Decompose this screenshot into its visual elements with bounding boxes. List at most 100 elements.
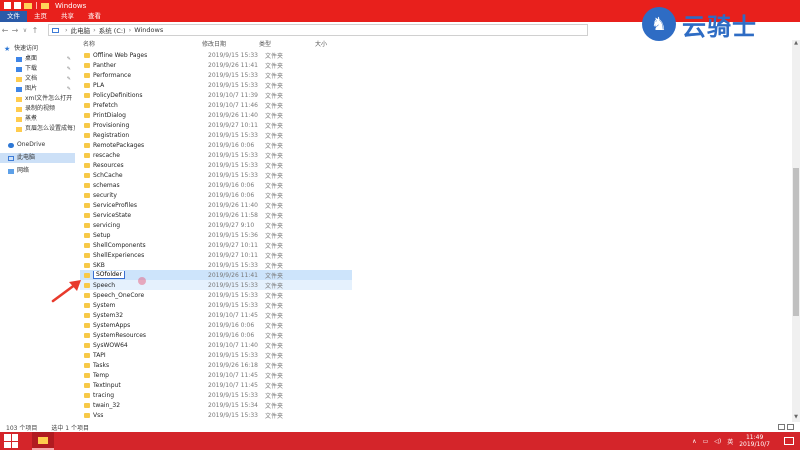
- sidebar-item-this-pc[interactable]: 此电脑: [0, 153, 75, 163]
- windows-start-icon[interactable]: [4, 434, 18, 448]
- sidebar-item-pictures[interactable]: 图片 ✎: [0, 84, 75, 94]
- taskbar-file-explorer[interactable]: [32, 432, 54, 450]
- back-arrow-icon[interactable]: ←: [0, 26, 10, 35]
- table-row[interactable]: TextInput 2019/10/7 11:45 文件夹: [80, 380, 352, 390]
- table-row[interactable]: Setup 2019/9/15 15:36 文件夹: [80, 230, 352, 240]
- address-input[interactable]: › 此电脑 › 系统 (C:) › Windows: [48, 24, 588, 36]
- file-type: 文件夹: [265, 212, 284, 220]
- breadcrumb-this-pc[interactable]: 此电脑: [71, 25, 91, 35]
- table-row[interactable]: security 2019/9/16 0:06 文件夹: [80, 190, 352, 200]
- sidebar-item-folder[interactable]: 蒸煮: [0, 114, 75, 124]
- pin-icon[interactable]: ✎: [67, 84, 71, 94]
- table-row[interactable]: SchCache 2019/9/15 15:33 文件夹: [80, 170, 352, 180]
- network-icon: [8, 168, 14, 174]
- table-row[interactable]: System 2019/9/15 15:33 文件夹: [80, 300, 352, 310]
- table-row[interactable]: Speech 2019/9/15 15:33 文件夹: [80, 280, 352, 290]
- input-method[interactable]: 英: [727, 437, 733, 446]
- volume-icon[interactable]: ◁): [714, 438, 721, 445]
- sidebar-item-folder[interactable]: 页眉怎么设置成每页: [0, 124, 75, 134]
- table-row[interactable]: SystemApps 2019/9/16 0:06 文件夹: [80, 320, 352, 330]
- breadcrumb-windows[interactable]: Windows: [134, 26, 163, 34]
- taskbar: ∧ ▭ ◁) 英 11:49 2019/10/7: [0, 432, 800, 450]
- table-row[interactable]: rescache 2019/9/15 15:33 文件夹: [80, 150, 352, 160]
- rename-input[interactable]: SOfolder: [93, 271, 125, 279]
- tab-share[interactable]: 共享: [54, 11, 81, 22]
- table-row[interactable]: ShellExperiences 2019/9/27 10:11 文件夹: [80, 250, 352, 260]
- table-row[interactable]: twain_32 2019/9/15 15:34 文件夹: [80, 400, 352, 410]
- file-icon[interactable]: [4, 2, 11, 9]
- modified-date: 2019/10/7 11:46: [208, 101, 258, 109]
- table-row[interactable]: Tasks 2019/9/26 16:18 文件夹: [80, 360, 352, 370]
- sidebar-item-folder[interactable]: 录制的视频: [0, 104, 75, 114]
- sidebar-item-documents[interactable]: 文档 ✎: [0, 74, 75, 84]
- sidebar-item-label: 蒸煮: [25, 115, 38, 122]
- item-count: 103 个项目: [6, 424, 38, 432]
- table-row[interactable]: SysWOW64 2019/10/7 11:40 文件夹: [80, 340, 352, 350]
- table-row[interactable]: Offline Web Pages 2019/9/15 15:33 文件夹: [80, 50, 352, 60]
- up-arrow-icon[interactable]: ↑: [30, 26, 40, 35]
- sidebar-item-folder[interactable]: xml文件怎么打开: [0, 94, 75, 104]
- forward-arrow-icon[interactable]: →: [10, 26, 20, 35]
- table-row[interactable]: Speech_OneCore 2019/9/15 15:33 文件夹: [80, 290, 352, 300]
- documents-icon: [16, 76, 22, 82]
- column-header-date[interactable]: 修改日期: [202, 40, 259, 50]
- vertical-scrollbar[interactable]: ▲ ▼: [792, 40, 800, 422]
- table-row[interactable]: Prefetch 2019/10/7 11:46 文件夹: [80, 100, 352, 110]
- document-icon[interactable]: [14, 2, 21, 9]
- pin-icon[interactable]: ✎: [67, 74, 71, 84]
- tab-home[interactable]: 主页: [27, 11, 54, 22]
- table-row[interactable]: Registration 2019/9/15 15:33 文件夹: [80, 130, 352, 140]
- table-row[interactable]: TAPI 2019/9/15 15:33 文件夹: [80, 350, 352, 360]
- table-row[interactable]: ShellComponents 2019/9/27 10:11 文件夹: [80, 240, 352, 250]
- table-row[interactable]: Vss 2019/9/15 15:33 文件夹: [80, 410, 352, 420]
- chevron-down-icon[interactable]: ∨: [20, 27, 30, 34]
- table-row[interactable]: tracing 2019/9/15 15:33 文件夹: [80, 390, 352, 400]
- file-type: 文件夹: [265, 252, 284, 260]
- details-view-icon[interactable]: [778, 424, 785, 430]
- chevron-up-icon[interactable]: ∧: [692, 438, 696, 445]
- modified-date: 2019/9/16 0:06: [208, 331, 255, 339]
- column-header-size[interactable]: 大小: [315, 40, 350, 50]
- table-row[interactable]: Panther 2019/9/26 11:41 文件夹: [80, 60, 352, 70]
- sidebar-item-onedrive[interactable]: OneDrive: [0, 140, 75, 150]
- table-row[interactable]: RemotePackages 2019/9/16 0:06 文件夹: [80, 140, 352, 150]
- file-name: SchCache: [93, 171, 123, 179]
- sidebar-item-network[interactable]: 网络: [0, 166, 75, 176]
- table-row[interactable]: Temp 2019/10/7 11:45 文件夹: [80, 370, 352, 380]
- scrollbar-thumb[interactable]: [793, 168, 799, 316]
- table-row[interactable]: System32 2019/10/7 11:45 文件夹: [80, 310, 352, 320]
- tab-view[interactable]: 查看: [81, 11, 108, 22]
- table-row[interactable]: PLA 2019/9/15 15:33 文件夹: [80, 80, 352, 90]
- table-row[interactable]: schemas 2019/9/16 0:06 文件夹: [80, 180, 352, 190]
- table-row[interactable]: Resources 2019/9/15 15:33 文件夹: [80, 160, 352, 170]
- table-row[interactable]: Performance 2019/9/15 15:33 文件夹: [80, 70, 352, 80]
- sidebar-item-quick-access[interactable]: ★ 快速访问: [0, 44, 75, 54]
- table-row[interactable]: SOfolder 2019/9/26 11:41 文件夹: [80, 270, 352, 280]
- pin-icon[interactable]: ✎: [67, 54, 71, 64]
- column-header-name[interactable]: 名称: [80, 40, 202, 50]
- pin-icon[interactable]: ✎: [67, 64, 71, 74]
- table-row[interactable]: Provisioning 2019/9/27 10:11 文件夹: [80, 120, 352, 130]
- scroll-up-icon[interactable]: ▲: [792, 40, 800, 48]
- network-icon[interactable]: ▭: [703, 438, 709, 445]
- sidebar-item-desktop[interactable]: 桌面 ✎: [0, 54, 75, 64]
- clock[interactable]: 11:49 2019/10/7: [739, 434, 770, 448]
- table-row[interactable]: ServiceProfiles 2019/9/26 11:40 文件夹: [80, 200, 352, 210]
- table-row[interactable]: PrintDialog 2019/9/26 11:40 文件夹: [80, 110, 352, 120]
- large-icons-view-icon[interactable]: [787, 424, 794, 430]
- folder-icon: [84, 392, 90, 398]
- table-row[interactable]: servicing 2019/9/27 9:10 文件夹: [80, 220, 352, 230]
- folder-icon[interactable]: [24, 2, 32, 9]
- scroll-down-icon[interactable]: ▼: [792, 414, 800, 422]
- tab-file[interactable]: 文件: [0, 11, 27, 22]
- notification-icon[interactable]: [784, 437, 794, 445]
- table-row[interactable]: SKB 2019/9/15 15:33 文件夹: [80, 260, 352, 270]
- file-type: 文件夹: [265, 202, 284, 210]
- breadcrumb-drive[interactable]: 系统 (C:): [99, 25, 126, 35]
- column-header-type[interactable]: 类型: [259, 40, 315, 50]
- sidebar-item-downloads[interactable]: 下载 ✎: [0, 64, 75, 74]
- modified-date: 2019/9/15 15:33: [208, 171, 258, 179]
- table-row[interactable]: SystemResources 2019/9/16 0:06 文件夹: [80, 330, 352, 340]
- table-row[interactable]: ServiceState 2019/9/26 11:58 文件夹: [80, 210, 352, 220]
- table-row[interactable]: PolicyDefinitions 2019/10/7 11:39 文件夹: [80, 90, 352, 100]
